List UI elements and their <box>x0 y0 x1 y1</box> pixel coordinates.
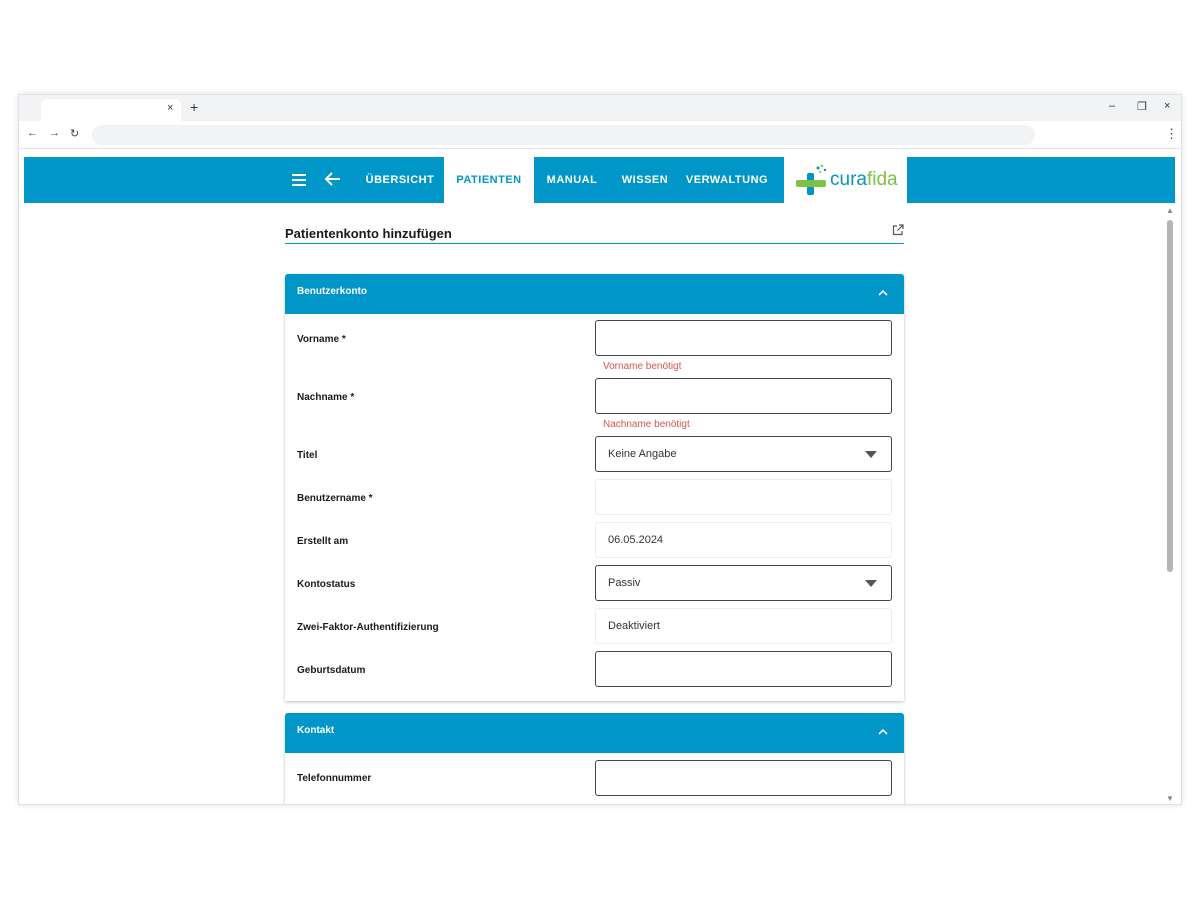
restore-icon[interactable]: ❐ <box>1137 100 1147 113</box>
nav-patienten[interactable]: PATIENTEN <box>444 157 534 203</box>
menu-icon[interactable] <box>292 169 312 191</box>
app-navbar: ÜBERSICHT PATIENTEN MANUAL WISSEN VERWAL… <box>24 157 1175 203</box>
logo-part-cura: cura <box>830 169 867 190</box>
browser-menu-icon[interactable]: ⋮ <box>1165 126 1178 142</box>
status-select[interactable]: Passiv <box>595 565 892 601</box>
url-input[interactable] <box>92 125 1035 145</box>
page-title: Patientenkonto hinzufügen <box>285 226 452 241</box>
account-panel-header[interactable]: Benutzerkonto <box>285 274 904 314</box>
forward-icon[interactable]: → <box>49 127 60 139</box>
tab-close-icon[interactable]: × <box>167 102 173 114</box>
account-panel: Benutzerkonto Vorname * Vorname benötigt… <box>285 274 904 701</box>
scroll-up-icon[interactable]: ▲ <box>1166 206 1174 215</box>
browser-window: × + – ❐ × ← → ↻ ⋮ ÜBERSICHT PATIENTEN MA… <box>18 94 1182 805</box>
window-close-icon[interactable]: × <box>1164 100 1170 112</box>
firstname-input[interactable] <box>595 320 892 356</box>
lastname-error: Nachname benötigt <box>603 419 690 430</box>
account-panel-title: Benutzerkonto <box>297 286 367 297</box>
title-select[interactable]: Keine Angabe <box>595 436 892 472</box>
nav-manual[interactable]: MANUAL <box>536 157 608 203</box>
caret-down-icon <box>865 451 877 458</box>
external-link-icon[interactable] <box>892 224 904 236</box>
scroll-thumb[interactable] <box>1167 220 1173 572</box>
firstname-label: Vorname * <box>297 334 346 345</box>
created-label: Erstellt am <box>297 536 349 547</box>
nav-verwaltung[interactable]: VERWALTUNG <box>682 157 772 203</box>
contact-panel: Kontakt Telefonnummer <box>285 713 904 804</box>
birthdate-label: Geburtsdatum <box>297 665 366 676</box>
back-icon[interactable]: ← <box>27 127 38 139</box>
contact-panel-title: Kontakt <box>297 725 335 736</box>
nav-uebersicht[interactable]: ÜBERSICHT <box>357 157 443 203</box>
minimize-icon[interactable]: – <box>1109 100 1115 112</box>
caret-down-icon <box>865 580 877 587</box>
scroll-down-icon[interactable]: ▼ <box>1166 794 1174 803</box>
username-label: Benutzername * <box>297 493 373 504</box>
title-divider <box>285 243 904 244</box>
contact-panel-header[interactable]: Kontakt <box>285 713 904 753</box>
chevron-up-icon[interactable] <box>877 287 889 299</box>
logo-part-fida: fida <box>866 169 898 190</box>
phone-input[interactable] <box>595 760 892 796</box>
chevron-up-icon[interactable] <box>877 726 889 738</box>
page-scrollbar[interactable]: ▲ ▼ <box>1164 206 1176 804</box>
title-select-value: Keine Angabe <box>608 448 677 460</box>
logo-cross-icon <box>796 164 827 195</box>
firstname-error: Vorname benötigt <box>603 361 682 372</box>
birthdate-input[interactable] <box>595 651 892 687</box>
status-select-value: Passiv <box>608 577 641 589</box>
reload-icon[interactable]: ↻ <box>70 127 79 140</box>
tab-strip: × + – ❐ × <box>19 95 1181 121</box>
username-field <box>595 479 892 515</box>
twofa-label: Zwei-Faktor-Authentifizierung <box>297 622 439 633</box>
title-label: Titel <box>297 450 318 461</box>
curafida-logo[interactable]: curafida <box>784 157 907 203</box>
logo-wordmark: curafida <box>830 169 898 191</box>
lastname-input[interactable] <box>595 378 892 414</box>
nav-wissen[interactable]: WISSEN <box>614 157 676 203</box>
phone-label: Telefonnummer <box>297 773 372 784</box>
arrow-left-icon[interactable] <box>324 170 342 188</box>
address-bar: ← → ↻ ⋮ <box>19 121 1181 149</box>
page-content: ÜBERSICHT PATIENTEN MANUAL WISSEN VERWAL… <box>19 150 1181 804</box>
browser-tab[interactable] <box>41 99 181 121</box>
new-tab-icon[interactable]: + <box>190 99 198 115</box>
lastname-label: Nachname * <box>297 392 355 403</box>
twofa-field: Deaktiviert <box>595 608 892 644</box>
created-field: 06.05.2024 <box>595 522 892 558</box>
status-label: Kontostatus <box>297 579 356 590</box>
